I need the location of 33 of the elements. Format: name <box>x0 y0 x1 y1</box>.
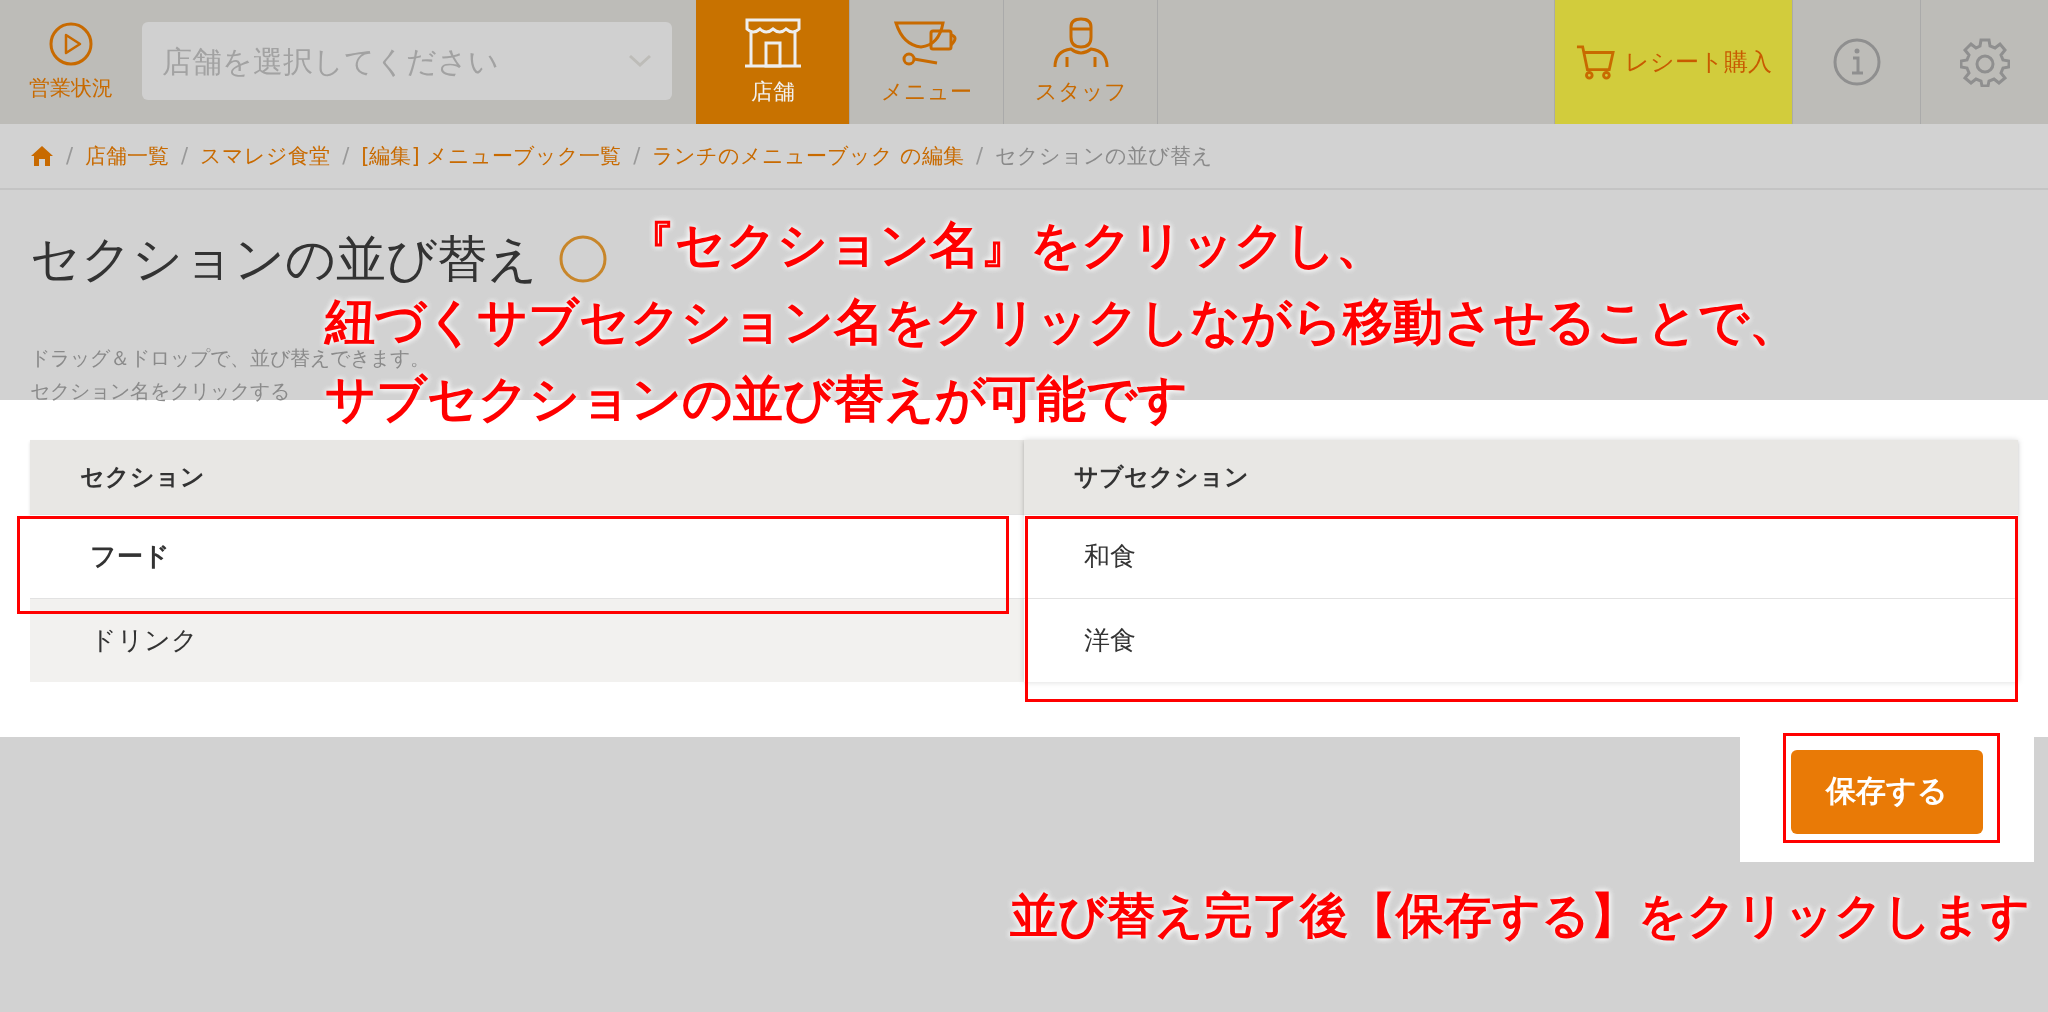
breadcrumb-current: セクションの並び替え <box>995 143 1214 170</box>
home-icon[interactable] <box>30 145 54 167</box>
status-button[interactable]: 営業状況 <box>0 0 142 124</box>
breadcrumb-separator: / <box>976 144 984 168</box>
annotation-text: 並び替え完了後【保存する】をクリックします <box>1010 886 2030 945</box>
nav-tab[interactable]: スタッフ <box>1004 0 1158 124</box>
breadcrumb-separator: / <box>342 144 350 168</box>
info-icon[interactable] <box>1831 37 1882 87</box>
breadcrumb-link[interactable]: 店舗一覧 <box>85 142 170 170</box>
breadcrumb-link[interactable]: ランチのメニューブック の編集 <box>652 142 965 170</box>
subsection-row[interactable]: 洋食 <box>1024 598 2018 682</box>
breadcrumb-separator: / <box>66 144 74 168</box>
chevron-down-icon <box>628 54 652 68</box>
column-header: セクション <box>30 440 1024 514</box>
description-text: セクション名をクリックする <box>30 378 290 405</box>
breadcrumb-separator: / <box>181 144 189 168</box>
page-title: セクションの並び替え <box>30 228 538 290</box>
nav-tab[interactable]: メニュー <box>850 0 1004 124</box>
save-button[interactable]: 保存する <box>1791 749 1983 834</box>
column-header: サブセクション <box>1024 440 2018 514</box>
shop-icon <box>742 17 803 69</box>
breadcrumb-link[interactable]: スマレジ食堂 <box>200 142 331 170</box>
cart-icon <box>1575 43 1615 81</box>
play-icon <box>49 22 93 66</box>
section-row[interactable]: ドリンク <box>30 598 1024 682</box>
annotation-text: 『セクション名』をクリックし、 <box>625 218 1386 273</box>
subsection-row[interactable]: 和食 <box>1024 514 2018 598</box>
settings-icon[interactable] <box>1959 37 2010 87</box>
receipt-purchase-button[interactable]: レシート購入 <box>1554 0 1792 124</box>
breadcrumb-link[interactable]: [編集] メニューブック一覧 <box>361 142 622 170</box>
annotation-text: サブセクションの並び替えが可能です <box>325 372 1188 427</box>
nav-tab[interactable]: 店舗 <box>696 0 850 124</box>
breadcrumb-separator: / <box>633 144 641 168</box>
